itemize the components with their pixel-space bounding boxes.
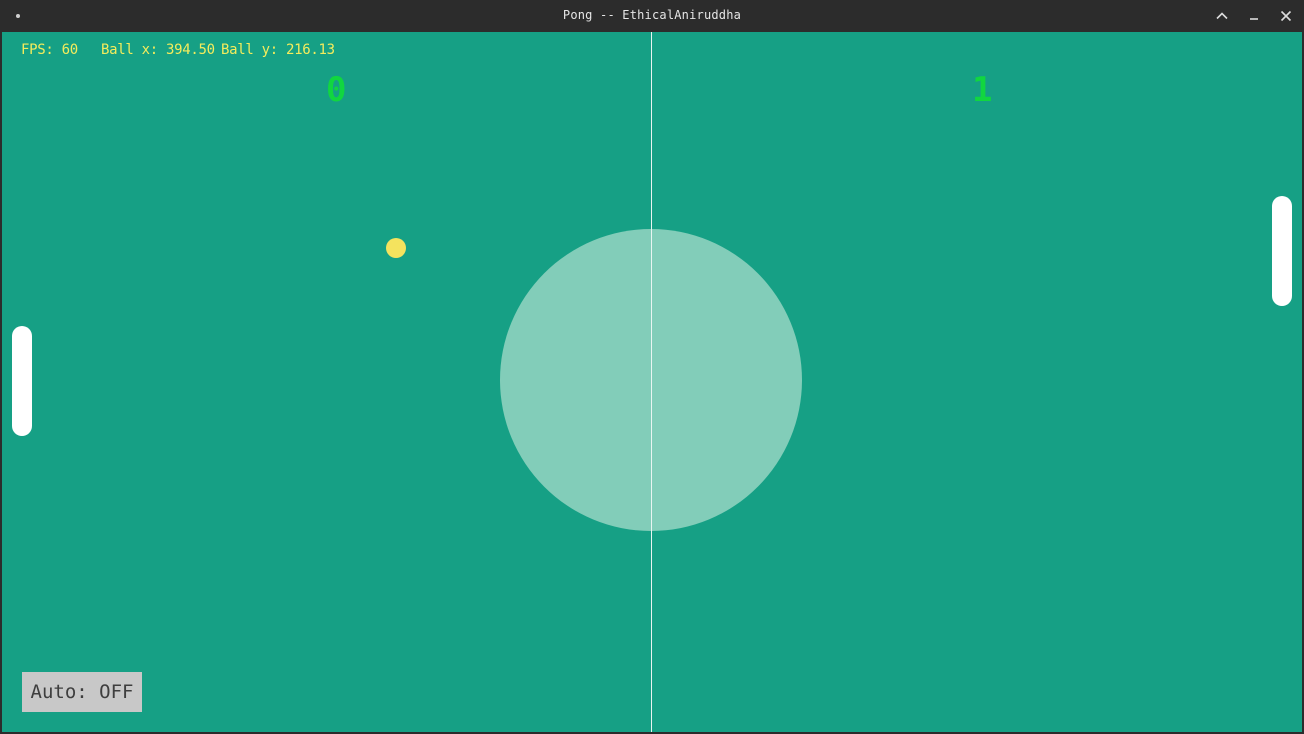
minimize-icon	[1250, 18, 1258, 20]
chevron-up-icon	[1216, 12, 1228, 20]
right-score: 1	[972, 70, 993, 110]
center-line	[651, 32, 652, 732]
close-icon	[1280, 10, 1292, 22]
left-score: 0	[326, 70, 347, 110]
auto-toggle-button[interactable]: Auto: OFF	[22, 672, 142, 712]
close-button[interactable]	[1276, 6, 1296, 26]
ball-x-readout: Ball x: 394.50	[101, 42, 215, 58]
app-window: Pong -- EthicalAniruddha FPS: 60 Ball x:…	[0, 0, 1304, 734]
game-canvas[interactable]: FPS: 60 Ball x: 394.50 Ball y: 216.13 0 …	[2, 32, 1302, 732]
window-title: Pong -- EthicalAniruddha	[562, 8, 742, 22]
fps-counter: FPS: 60	[21, 42, 78, 58]
right-paddle	[1272, 196, 1292, 306]
title-bar[interactable]: Pong -- EthicalAniruddha	[0, 0, 1304, 32]
minimize-button[interactable]	[1244, 6, 1264, 26]
maximize-button[interactable]	[1212, 6, 1232, 26]
ball-y-readout: Ball y: 216.13	[221, 42, 335, 58]
ball	[386, 238, 406, 258]
left-paddle	[12, 326, 32, 436]
